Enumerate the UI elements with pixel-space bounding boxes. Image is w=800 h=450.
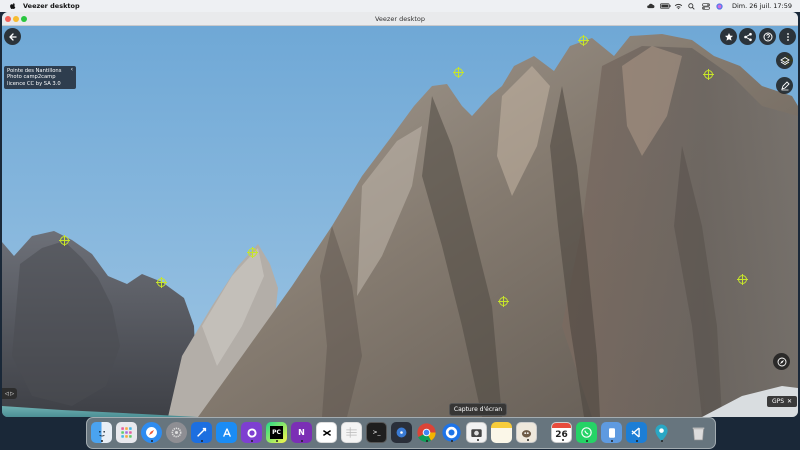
running-indicator — [151, 440, 153, 442]
running-indicator — [636, 440, 638, 442]
photo-info-box: Pointe des Nantillons Photo camp2camp li… — [4, 66, 76, 89]
running-indicator — [301, 440, 303, 442]
firefox-icon[interactable] — [441, 422, 462, 443]
xcode-simulator-icon[interactable] — [601, 422, 622, 443]
system-preferences-icon[interactable] — [166, 422, 187, 443]
more-button[interactable] — [779, 28, 796, 45]
app-window: Veezer desktop Pointe des Nantillons Pho… — [2, 12, 798, 417]
favorite-button[interactable] — [720, 28, 737, 45]
trash-icon[interactable] — [688, 422, 709, 443]
dock-tooltip: Capture d'écran — [449, 403, 507, 416]
rotate-control-label: ◁ ▷ — [4, 390, 15, 397]
running-indicator — [477, 439, 479, 441]
close-window-button[interactable] — [5, 16, 11, 22]
screenshot-icon[interactable] — [466, 422, 487, 443]
arrow-left-icon — [8, 32, 17, 41]
summit-marker[interactable] — [453, 67, 464, 78]
panorama-viewer[interactable]: Pointe des Nantillons Photo camp2camp li… — [2, 26, 798, 417]
more-vertical-icon — [786, 32, 789, 41]
running-indicator — [527, 439, 529, 441]
summit-marker[interactable] — [498, 296, 509, 307]
running-indicator — [586, 440, 588, 442]
terminal-icon[interactable]: >_ — [366, 422, 387, 443]
rotate-control[interactable]: ◁ ▷ — [2, 388, 17, 399]
gimp-icon[interactable] — [516, 422, 537, 443]
chrome-icon[interactable] — [416, 422, 437, 443]
calendar-day: 26 — [555, 429, 568, 440]
running-indicator — [276, 440, 278, 442]
search-icon[interactable] — [688, 3, 696, 10]
running-indicator — [562, 439, 564, 441]
summit-marker[interactable] — [59, 235, 70, 246]
cloud-icon[interactable] — [646, 3, 655, 9]
running-indicator — [426, 440, 428, 442]
onenote-icon[interactable]: N — [291, 422, 312, 443]
calendar-icon[interactable]: 26 — [551, 422, 572, 443]
gps-close-icon[interactable]: ✕ — [787, 398, 792, 405]
notes-app-icon[interactable] — [341, 422, 362, 443]
menubar-clock[interactable]: Dim. 26 juil. 17:59 — [732, 2, 792, 10]
disk-utility-icon[interactable] — [391, 422, 412, 443]
running-indicator — [611, 440, 613, 442]
collapse-info-icon[interactable]: ‹ — [71, 66, 73, 73]
gps-toggle[interactable]: GPS ✕ — [767, 396, 797, 407]
tooltip-text: Capture d'écran — [453, 406, 503, 413]
compass-icon — [777, 357, 786, 366]
safari-icon[interactable] — [141, 422, 162, 443]
dock: PC N >_ 26 — [86, 417, 716, 449]
minimize-window-button[interactable] — [13, 16, 19, 22]
running-indicator — [201, 440, 203, 442]
github-desktop-icon[interactable] — [241, 422, 262, 443]
veezer-icon[interactable] — [651, 422, 672, 443]
help-icon — [763, 32, 772, 41]
running-indicator — [251, 440, 253, 442]
wifi-icon[interactable] — [674, 3, 683, 10]
pycharm-icon[interactable]: PC — [266, 422, 287, 443]
share-icon — [743, 32, 752, 41]
running-indicator — [661, 440, 663, 442]
summit-marker[interactable] — [703, 69, 714, 80]
running-indicator — [451, 440, 453, 442]
summit-marker[interactable] — [247, 247, 258, 258]
layers-button[interactable] — [776, 52, 793, 69]
app-store-icon[interactable] — [216, 422, 237, 443]
compass-button[interactable] — [773, 353, 790, 370]
battery-icon[interactable] — [660, 3, 671, 9]
running-indicator — [101, 440, 103, 442]
notes-icon[interactable] — [491, 422, 512, 443]
apple-icon[interactable] — [9, 2, 17, 10]
xcode-icon[interactable] — [191, 422, 212, 443]
siri-icon[interactable] — [716, 3, 724, 10]
control-center-icon[interactable] — [702, 3, 710, 10]
help-button[interactable] — [759, 28, 776, 45]
window-title: Veezer desktop — [374, 14, 426, 23]
finder-icon[interactable] — [91, 422, 112, 443]
menu-bar: Veezer desktop Dim. 26 juil. 17:59 — [0, 0, 800, 12]
summit-marker[interactable] — [156, 277, 167, 288]
whatsapp-icon[interactable] — [576, 422, 597, 443]
summit-marker[interactable] — [737, 274, 748, 285]
summit-marker[interactable] — [578, 35, 589, 46]
edit-icon — [780, 80, 790, 90]
edit-button[interactable] — [776, 77, 793, 94]
running-indicator — [377, 439, 379, 441]
window-titlebar: Veezer desktop — [2, 12, 798, 26]
mountain-photo[interactable] — [2, 26, 798, 417]
back-button[interactable] — [4, 28, 21, 45]
vscode-icon[interactable] — [626, 422, 647, 443]
capcut-icon[interactable] — [316, 422, 337, 443]
share-button[interactable] — [739, 28, 756, 45]
zoom-window-button[interactable] — [21, 16, 27, 22]
star-icon — [724, 32, 733, 41]
menubar-app-name[interactable]: Veezer desktop — [23, 2, 80, 10]
launchpad-icon[interactable] — [116, 422, 137, 443]
photo-license: licence CC by SA 3.0 — [7, 80, 61, 87]
layers-icon — [779, 56, 790, 65]
gps-label: GPS — [771, 398, 785, 405]
